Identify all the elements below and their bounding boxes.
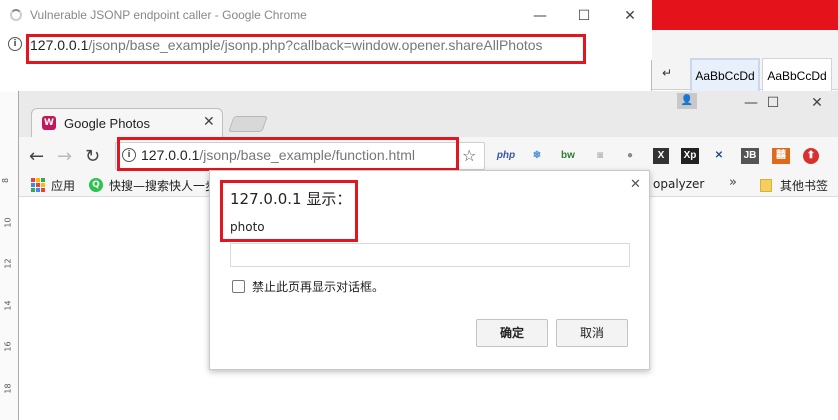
popup-maximize-button[interactable]: ☐	[562, 4, 606, 28]
apps-grid-icon[interactable]	[31, 178, 45, 192]
style-gallery-item-nospacing[interactable]: AaBbCcDd	[762, 58, 832, 94]
forward-arrow-icon[interactable]: →	[57, 146, 72, 167]
jb-extension-icon[interactable]: JB	[741, 148, 759, 164]
background-app-titlebar	[652, 0, 838, 30]
dialog-message: photo	[230, 220, 265, 234]
popup-url-host: 127.0.0.1	[30, 37, 89, 53]
background-app-ribbon: ↵ AaBbCcDd AaBbCcDd	[652, 30, 838, 94]
cancel-button[interactable]: 取消	[556, 319, 628, 347]
dialog-close-icon[interactable]: ✕	[630, 177, 641, 192]
bookmark-partial[interactable]: opalyzer	[653, 177, 704, 191]
dialog-input[interactable]	[230, 243, 630, 267]
ruler-label: 18	[3, 383, 13, 394]
ruler-label: 10	[3, 217, 13, 228]
tab-google-photos[interactable]: W Google Photos ✕	[31, 108, 223, 138]
php-extension-icon[interactable]: php	[495, 148, 517, 164]
ruler-label: 14	[3, 300, 13, 311]
paragraph-mark-icon[interactable]: ↵	[662, 66, 672, 80]
dialog-title: 127.0.0.1 显示：	[230, 190, 352, 208]
photos-favicon-icon: W	[42, 116, 56, 130]
tab-close-icon[interactable]: ✕	[203, 114, 215, 130]
popup-url-text[interactable]: 127.0.0.1/jsonp/base_example/jsonp.php?c…	[30, 37, 543, 53]
rss-extension-icon[interactable]: ◙	[592, 148, 608, 164]
loading-spinner-icon	[10, 9, 22, 21]
popup-url-path: /jsonp/base_example/jsonp.php?callback=w…	[88, 37, 543, 53]
bookmark-star-icon[interactable]: ☆	[462, 146, 476, 165]
suppress-dialogs-checkbox[interactable]	[232, 280, 245, 293]
popup-window: Vulnerable JSONP endpoint caller - Googl…	[0, 0, 652, 92]
bw-extension-icon[interactable]: bw	[558, 148, 578, 164]
red-extension-icon[interactable]: ⬆	[803, 148, 819, 164]
popup-minimize-button[interactable]: —	[518, 4, 562, 28]
info-icon[interactable]: i	[8, 37, 22, 51]
tab-strip: W Google Photos ✕ 👤 — ☐ ✕	[19, 91, 838, 138]
suppress-dialogs-label[interactable]: 禁止此页再显示对话框。	[252, 278, 384, 295]
browser-close-button[interactable]: ✕	[795, 91, 838, 115]
ruler-label: 8	[1, 177, 11, 184]
cross-extension-icon[interactable]: ✕	[711, 148, 727, 164]
bookmarks-overflow-icon[interactable]: »	[729, 175, 737, 190]
ruler-label: 16	[3, 341, 13, 352]
user-profile-icon[interactable]: 👤	[677, 93, 697, 109]
back-arrow-icon[interactable]: ←	[29, 146, 44, 167]
bookmark-quick-search[interactable]: 快搜—搜索快人一步	[109, 177, 217, 194]
ruler-strip	[0, 92, 18, 420]
info-icon[interactable]: i	[122, 148, 136, 162]
new-tab-button[interactable]	[228, 116, 268, 132]
orange-extension-icon[interactable]: 囍	[772, 148, 790, 164]
snowflake-extension-icon[interactable]: ❄	[529, 148, 545, 164]
bookmark-apps[interactable]: 应用	[51, 177, 75, 194]
quick-search-icon: Q	[89, 178, 103, 192]
tab-title: Google Photos	[64, 116, 151, 131]
xp-extension-icon[interactable]: Xp	[681, 148, 699, 164]
ok-button[interactable]: 确定	[476, 319, 548, 347]
reload-icon[interactable]: ↻	[85, 146, 100, 167]
url-host: 127.0.0.1	[141, 147, 200, 163]
folder-icon	[760, 179, 772, 192]
style-gallery-item-normal[interactable]: AaBbCcDd	[690, 58, 760, 94]
url-text[interactable]: 127.0.0.1/jsonp/base_example/function.ht…	[141, 147, 415, 163]
popup-window-title: Vulnerable JSONP endpoint caller - Googl…	[30, 8, 307, 22]
popup-close-button[interactable]: ✕	[608, 4, 652, 28]
url-path: /jsonp/base_example/function.html	[199, 147, 415, 163]
browser-maximize-button[interactable]: ☐	[751, 91, 795, 115]
ruler-label: 12	[3, 258, 13, 269]
bookmark-other[interactable]: 其他书签	[780, 177, 828, 194]
prompt-dialog: ✕ 127.0.0.1 显示： photo 禁止此页再显示对话框。 确定 取消	[209, 170, 650, 370]
circle-extension-icon[interactable]: ●	[622, 148, 638, 164]
x-extension-icon[interactable]: X	[653, 148, 669, 164]
